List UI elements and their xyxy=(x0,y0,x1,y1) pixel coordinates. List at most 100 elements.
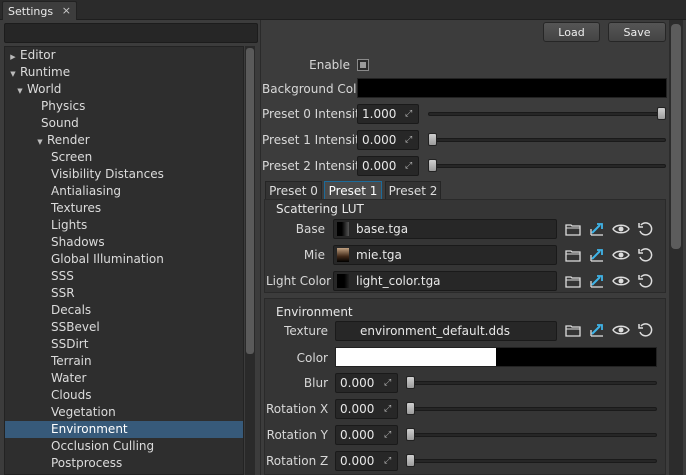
tree-scrollbar-thumb[interactable] xyxy=(246,48,254,354)
scattering-lut-title: Scattering LUT xyxy=(276,202,364,216)
tree-item-label: Antialiasing xyxy=(51,184,122,198)
tab-preset-1[interactable]: Preset 1 xyxy=(324,181,382,200)
tab-settings[interactable]: Settings × xyxy=(2,1,77,20)
preset-1-intensity-slider-track[interactable] xyxy=(428,138,666,142)
tree-item-label: SSS xyxy=(51,269,74,283)
eye-icon[interactable] xyxy=(612,321,630,339)
drag-value-icon[interactable]: ⤢ xyxy=(405,135,415,145)
tree-item-global-illumination[interactable]: Global Illumination xyxy=(5,251,243,268)
environment-rotation-x-field[interactable]: 0.000 ⤢ xyxy=(335,399,398,419)
search-input[interactable] xyxy=(4,23,258,43)
reimport-icon[interactable] xyxy=(588,321,606,339)
tree-item-occlusion-culling[interactable]: Occlusion Culling xyxy=(5,438,243,455)
tree-item-terrain[interactable]: Terrain xyxy=(5,353,243,370)
tab-settings-label: Settings xyxy=(8,4,54,18)
tree-item-ssbevel[interactable]: SSBevel xyxy=(5,319,243,336)
reset-icon[interactable] xyxy=(636,272,654,290)
folder-icon[interactable] xyxy=(564,321,582,339)
environment-rotation-x-slider-knob[interactable] xyxy=(406,402,415,415)
folder-icon[interactable] xyxy=(564,220,582,238)
eye-icon[interactable] xyxy=(612,220,630,238)
environment-rotation-y-slider-track[interactable] xyxy=(406,433,657,437)
scattering-file-field[interactable]: mie.tga xyxy=(333,245,557,265)
drag-value-icon[interactable]: ⤢ xyxy=(384,378,394,388)
reimport-icon[interactable] xyxy=(588,272,606,290)
tree-item-label: Textures xyxy=(51,201,102,215)
enable-checkbox[interactable] xyxy=(357,59,369,71)
tab-preset-0[interactable]: Preset 0 xyxy=(265,181,322,200)
scattering-file-field[interactable]: base.tga xyxy=(333,219,557,239)
eye-icon[interactable] xyxy=(612,272,630,290)
tree-item-decals[interactable]: Decals xyxy=(5,302,243,319)
drag-value-icon[interactable]: ⤢ xyxy=(384,456,394,466)
reset-icon[interactable] xyxy=(636,220,654,238)
properties-scrollbar-thumb[interactable] xyxy=(671,24,681,249)
reimport-icon[interactable] xyxy=(588,220,606,238)
environment-rotation-x-value: 0.000 xyxy=(340,402,375,416)
tree-item-lights[interactable]: Lights xyxy=(5,217,243,234)
preset-1-intensity-field[interactable]: 0.000 ⤢ xyxy=(357,130,419,150)
tree-item-ssdirt[interactable]: SSDirt xyxy=(5,336,243,353)
tree-item-ssr[interactable]: SSR xyxy=(5,285,243,302)
tree-item-label: Terrain xyxy=(51,354,92,368)
environment-rotation-x-slider-track[interactable] xyxy=(406,407,657,411)
tree-item-label: World xyxy=(27,82,62,96)
tree-scrollbar[interactable] xyxy=(245,46,255,475)
preset-2-intensity-field[interactable]: 0.000 ⤢ xyxy=(357,156,419,176)
tree-item-antialiasing[interactable]: Antialiasing xyxy=(5,183,243,200)
tree-item-physics[interactable]: Physics xyxy=(5,98,243,115)
tree-item-sss[interactable]: SSS xyxy=(5,268,243,285)
tree-item-screen[interactable]: Screen xyxy=(5,149,243,166)
reset-icon[interactable] xyxy=(636,321,654,339)
environment-rotation-y-field[interactable]: 0.000 ⤢ xyxy=(335,425,398,445)
tree-item-runtime[interactable]: ▼ Runtime xyxy=(5,64,243,81)
enable-label: Enable xyxy=(309,58,350,72)
tab-preset-2[interactable]: Preset 2 xyxy=(385,181,441,200)
tree-item-label: Occlusion Culling xyxy=(51,439,155,453)
drag-value-icon[interactable]: ⤢ xyxy=(405,109,415,119)
properties-scrollbar[interactable] xyxy=(669,20,683,475)
texture-file-field[interactable]: environment_default.dds xyxy=(335,321,557,341)
preset-0-intensity-field[interactable]: 1.000 ⤢ xyxy=(357,104,419,124)
environment-color-swatch[interactable] xyxy=(335,347,657,367)
folder-icon[interactable] xyxy=(564,246,582,264)
environment-blur-field[interactable]: 0.000 ⤢ xyxy=(335,373,398,393)
close-icon[interactable]: × xyxy=(62,4,71,17)
tree-item-world[interactable]: ▼ World xyxy=(5,81,243,98)
load-button[interactable]: Load xyxy=(543,22,600,42)
tree-item-postprocess[interactable]: Postprocess xyxy=(5,455,243,472)
tree-item-label: Runtime xyxy=(20,65,71,79)
environment-rotation-z-field[interactable]: 0.000 ⤢ xyxy=(335,451,398,471)
save-button[interactable]: Save xyxy=(608,22,666,42)
eye-icon[interactable] xyxy=(612,246,630,264)
environment-rotation-y-value: 0.000 xyxy=(340,428,375,442)
tree-item-visibility-distances[interactable]: Visibility Distances xyxy=(5,166,243,183)
tree-item-render[interactable]: ▼ Render xyxy=(5,132,243,149)
preset-0-intensity-slider-track[interactable] xyxy=(428,112,666,116)
environment-blur-slider-knob[interactable] xyxy=(406,376,415,389)
drag-value-icon[interactable]: ⤢ xyxy=(405,161,415,171)
background-color-swatch[interactable] xyxy=(357,78,667,98)
preset-2-intensity-slider-track[interactable] xyxy=(428,164,666,168)
environment-rotation-z-slider-knob[interactable] xyxy=(406,454,415,467)
tree-item-textures[interactable]: Textures xyxy=(5,200,243,217)
tree-item-clouds[interactable]: Clouds xyxy=(5,387,243,404)
drag-value-icon[interactable]: ⤢ xyxy=(384,404,394,414)
scattering-file-field[interactable]: light_color.tga xyxy=(333,271,557,291)
reset-icon[interactable] xyxy=(636,246,654,264)
tree-item-shadows[interactable]: Shadows xyxy=(5,234,243,251)
reimport-icon[interactable] xyxy=(588,246,606,264)
folder-icon[interactable] xyxy=(564,272,582,290)
tree-item-editor[interactable]: ▶ Editor xyxy=(5,47,243,64)
preset-0-intensity-slider-knob[interactable] xyxy=(657,107,666,120)
tree-item-water[interactable]: Water xyxy=(5,370,243,387)
environment-rotation-z-slider-track[interactable] xyxy=(406,459,657,463)
environment-rotation-y-slider-knob[interactable] xyxy=(406,428,415,441)
preset-2-intensity-slider-knob[interactable] xyxy=(428,159,437,172)
tree-item-vegetation[interactable]: Vegetation xyxy=(5,404,243,421)
drag-value-icon[interactable]: ⤢ xyxy=(384,430,394,440)
environment-blur-slider-track[interactable] xyxy=(406,381,657,385)
tree-item-environment[interactable]: Environment xyxy=(5,421,243,438)
tree-item-sound[interactable]: Sound xyxy=(5,115,243,132)
preset-1-intensity-slider-knob[interactable] xyxy=(428,133,437,146)
